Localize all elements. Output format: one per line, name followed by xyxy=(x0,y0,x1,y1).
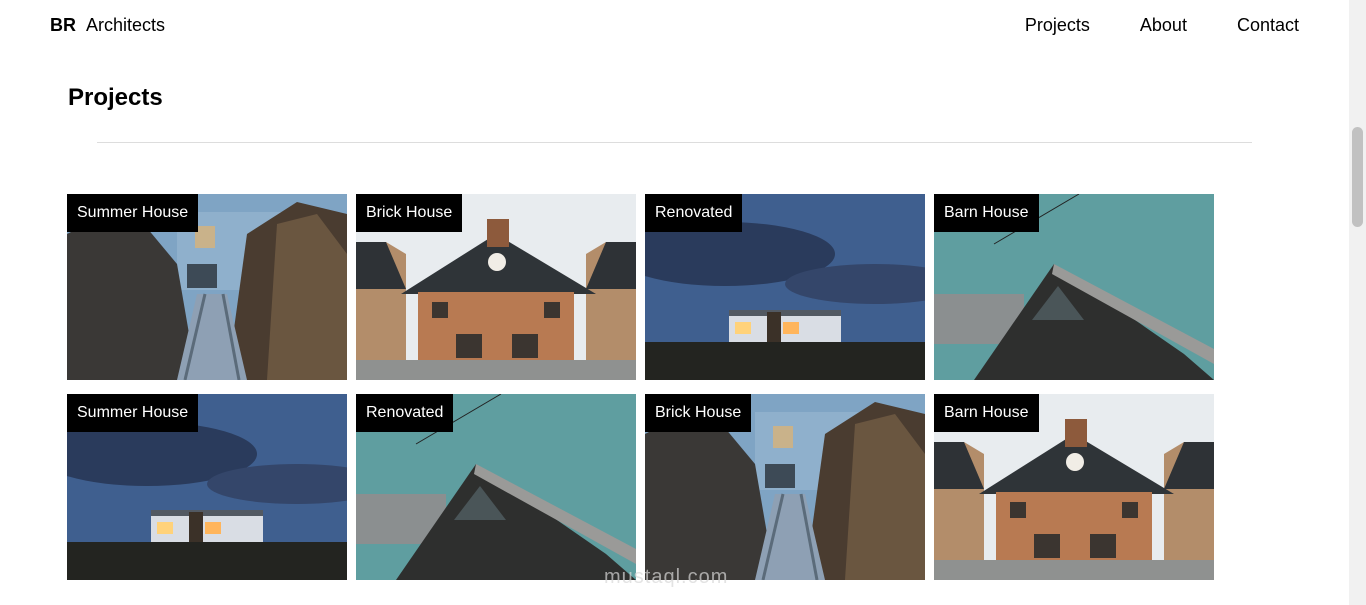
project-label: Summer House xyxy=(67,194,199,232)
project-label: Brick House xyxy=(645,394,752,432)
project-card[interactable]: Renovated xyxy=(645,194,925,380)
brand-initials: BR xyxy=(50,15,76,35)
project-label: Brick House xyxy=(356,194,463,232)
brand-logo[interactable]: BR Architects xyxy=(50,15,165,36)
project-label: Barn House xyxy=(934,194,1039,232)
main-nav: Projects About Contact xyxy=(975,15,1299,36)
projects-grid: Summer House Brick House Renovated Barn … xyxy=(67,194,1214,580)
project-label: Barn House xyxy=(934,394,1039,432)
project-card[interactable]: Summer House xyxy=(67,394,347,580)
project-card[interactable]: Barn House xyxy=(934,394,1214,580)
project-card[interactable]: Brick House xyxy=(356,194,636,380)
scrollbar-thumb[interactable] xyxy=(1352,127,1363,227)
page: BR Architects Projects About Contact Proj… xyxy=(0,0,1349,605)
project-label: Summer House xyxy=(67,394,199,432)
brand-name: Architects xyxy=(86,15,166,35)
section-divider xyxy=(97,142,1252,143)
project-card[interactable]: Barn House xyxy=(934,194,1214,380)
nav-link-contact[interactable]: Contact xyxy=(1237,15,1299,36)
page-title: Projects xyxy=(68,84,163,111)
project-card[interactable]: Brick House xyxy=(645,394,925,580)
top-navbar: BR Architects Projects About Contact xyxy=(0,0,1349,52)
vertical-scrollbar[interactable] xyxy=(1349,0,1366,605)
nav-link-about[interactable]: About xyxy=(1140,15,1187,36)
nav-link-projects[interactable]: Projects xyxy=(1025,15,1090,36)
project-card[interactable]: Renovated xyxy=(356,394,636,580)
project-label: Renovated xyxy=(356,394,454,432)
project-card[interactable]: Summer House xyxy=(67,194,347,380)
project-label: Renovated xyxy=(645,194,743,232)
